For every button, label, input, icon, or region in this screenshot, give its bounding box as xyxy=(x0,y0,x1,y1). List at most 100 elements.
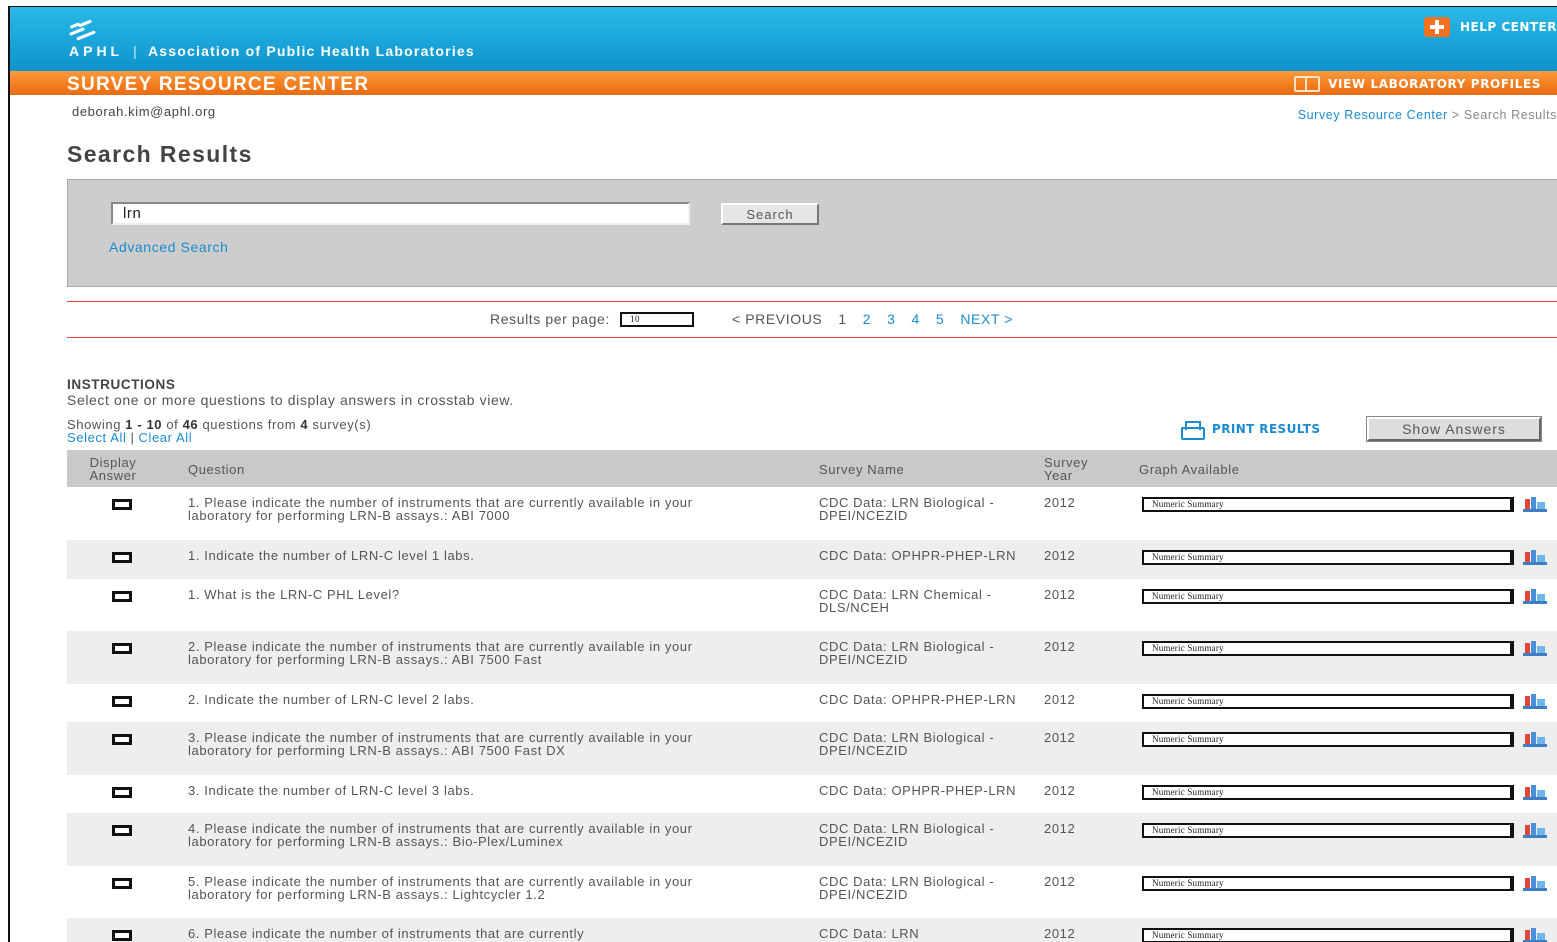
breadcrumb-survey-resource-center[interactable]: Survey Resource Center xyxy=(1298,108,1448,122)
page-title: Search Results xyxy=(67,141,253,167)
table-row: 4. Please indicate the number of instrum… xyxy=(67,813,1557,866)
display-answer-checkbox[interactable] xyxy=(112,696,132,707)
page-link-5[interactable]: 5 xyxy=(936,311,944,327)
graph-chart-icon[interactable] xyxy=(1523,821,1547,839)
question-text: 3. Indicate the number of LRN-C level 3 … xyxy=(188,783,475,798)
display-answer-checkbox[interactable] xyxy=(112,787,132,798)
display-answer-checkbox[interactable] xyxy=(112,552,132,563)
survey-name: CDC Data: LRN Chemical - DLS/NCEH xyxy=(819,587,992,615)
question-text: 6. Please indicate the number of instrum… xyxy=(188,926,585,941)
survey-year: 2012 xyxy=(1044,926,1076,941)
pager-bottom-divider xyxy=(67,337,1557,338)
question-text: 1. Indicate the number of LRN-C level 1 … xyxy=(188,548,475,563)
question-text: 1. Please indicate the number of instrum… xyxy=(188,495,693,523)
view-lab-profiles-label: VIEW LABORATORY PROFILES xyxy=(1328,77,1541,91)
page-link-4[interactable]: 4 xyxy=(912,311,920,327)
user-email: deborah.kim@aphl.org xyxy=(72,104,216,119)
col-survey-year: Survey Year xyxy=(1044,455,1089,483)
help-center-link[interactable]: HELP CENTER xyxy=(1423,17,1557,37)
org-abbr: APHL xyxy=(69,43,124,59)
results-per-page-select[interactable]: 10 xyxy=(619,311,694,327)
graph-chart-icon[interactable] xyxy=(1523,639,1547,657)
page-link-3[interactable]: 3 xyxy=(887,311,895,327)
print-results-link[interactable]: PRINT RESULTS xyxy=(1178,421,1320,440)
next-page-link[interactable]: NEXT > xyxy=(960,311,1013,327)
graph-type-select[interactable]: Numeric Summary xyxy=(1142,641,1514,656)
results-table-body: 1. Please indicate the number of instrum… xyxy=(67,487,1557,942)
survey-name: CDC Data: LRN Biological - DPEI/NCEZID xyxy=(819,821,995,849)
survey-year: 2012 xyxy=(1044,587,1076,602)
table-row: 5. Please indicate the number of instrum… xyxy=(67,866,1557,918)
aphl-logo-icon[interactable] xyxy=(68,19,98,42)
org-full-name: Association of Public Health Laboratorie… xyxy=(147,43,475,59)
graph-type-select[interactable]: Numeric Summary xyxy=(1142,497,1514,512)
display-answer-checkbox[interactable] xyxy=(112,930,132,941)
graph-chart-icon[interactable] xyxy=(1523,874,1547,892)
survey-name: CDC Data: LRN Biological - DPEI/NCEZID xyxy=(819,874,995,902)
display-answer-checkbox[interactable] xyxy=(112,825,132,836)
survey-name: CDC Data: OPHPR-PHEP-LRN xyxy=(819,692,1017,707)
browser-page: APHL | Association of Public Health Labora… xyxy=(8,6,1557,942)
survey-name: CDC Data: LRN Biological - DPEI/NCEZID xyxy=(819,495,995,523)
graph-chart-icon[interactable] xyxy=(1523,587,1547,605)
results-per-page-label: Results per page: xyxy=(490,311,610,327)
profiles-book-icon xyxy=(1294,76,1321,92)
current-page: 1 xyxy=(838,311,847,327)
view-lab-profiles-link[interactable]: VIEW LABORATORY PROFILES xyxy=(1294,76,1541,92)
org-name: APHL | Association of Public Health Labora… xyxy=(69,43,475,59)
survey-year: 2012 xyxy=(1044,874,1076,889)
question-text: 2. Indicate the number of LRN-C level 2 … xyxy=(188,692,475,707)
advanced-search-link[interactable]: Advanced Search xyxy=(109,239,229,255)
graph-type-select[interactable]: Numeric Summary xyxy=(1142,928,1514,942)
table-row: 3. Indicate the number of LRN-C level 3 … xyxy=(67,775,1557,813)
col-question: Question xyxy=(188,462,245,477)
page-link-2[interactable]: 2 xyxy=(863,311,871,327)
graph-chart-icon[interactable] xyxy=(1523,730,1547,748)
help-center-label: HELP CENTER xyxy=(1459,20,1557,34)
table-row: 3. Please indicate the number of instrum… xyxy=(67,722,1557,775)
display-answer-checkbox[interactable] xyxy=(112,734,132,745)
summary-suffix: survey(s) xyxy=(308,417,372,432)
site-header: APHL | Association of Public Health Labora… xyxy=(10,7,1557,71)
select-all-link[interactable]: Select All xyxy=(67,430,126,445)
graph-type-select[interactable]: Numeric Summary xyxy=(1142,694,1514,709)
table-row: 2. Indicate the number of LRN-C level 2 … xyxy=(67,684,1557,722)
graph-chart-icon[interactable] xyxy=(1523,926,1547,942)
survey-year: 2012 xyxy=(1044,783,1076,798)
display-answer-checkbox[interactable] xyxy=(112,643,132,654)
graph-type-select[interactable]: Numeric Summary xyxy=(1142,823,1514,838)
graph-chart-icon[interactable] xyxy=(1523,495,1547,513)
breadcrumb-current: Search Results xyxy=(1463,108,1557,122)
survey-name: CDC Data: OPHPR-PHEP-LRN xyxy=(819,783,1017,798)
table-row: 1. What is the LRN-C PHL Level? CDC Data… xyxy=(67,579,1557,631)
survey-name: CDC Data: LRN xyxy=(819,926,920,941)
survey-name: CDC Data: LRN Biological - DPEI/NCEZID xyxy=(819,730,995,758)
section-bar: SURVEY RESOURCE CENTER VIEW LABORATORY P… xyxy=(10,71,1557,95)
graph-type-select[interactable]: Numeric Summary xyxy=(1142,876,1514,891)
display-answer-checkbox[interactable] xyxy=(112,878,132,889)
graph-type-select[interactable]: Numeric Summary xyxy=(1142,732,1514,747)
instructions-heading: INSTRUCTIONS xyxy=(67,377,176,392)
graph-chart-icon[interactable] xyxy=(1523,783,1547,801)
survey-year: 2012 xyxy=(1044,730,1076,745)
pagination: Results per page: 10 < PREVIOUS 1 2 3 4 … xyxy=(490,311,1013,327)
table-row: 1. Indicate the number of LRN-C level 1 … xyxy=(67,540,1557,579)
graph-chart-icon[interactable] xyxy=(1523,692,1547,710)
search-input[interactable] xyxy=(111,202,690,225)
survey-year: 2012 xyxy=(1044,639,1076,654)
graph-type-select[interactable]: Numeric Summary xyxy=(1142,785,1514,800)
survey-year: 2012 xyxy=(1044,495,1076,510)
survey-year: 2012 xyxy=(1044,548,1076,563)
graph-chart-icon[interactable] xyxy=(1523,548,1547,566)
display-answer-checkbox[interactable] xyxy=(112,499,132,510)
search-button[interactable]: Search xyxy=(721,203,819,225)
results-table-header: Display Answer Question Survey Name Surv… xyxy=(67,450,1557,487)
graph-type-select[interactable]: Numeric Summary xyxy=(1142,589,1514,604)
clear-all-link[interactable]: Clear All xyxy=(138,430,192,445)
graph-type-select[interactable]: Numeric Summary xyxy=(1142,550,1514,565)
instructions-text: Select one or more questions to display … xyxy=(67,392,514,408)
previous-page-link[interactable]: < PREVIOUS xyxy=(732,311,822,327)
show-answers-button[interactable]: Show Answers xyxy=(1366,416,1542,442)
question-text: 2. Please indicate the number of instrum… xyxy=(188,639,693,667)
display-answer-checkbox[interactable] xyxy=(112,591,132,602)
